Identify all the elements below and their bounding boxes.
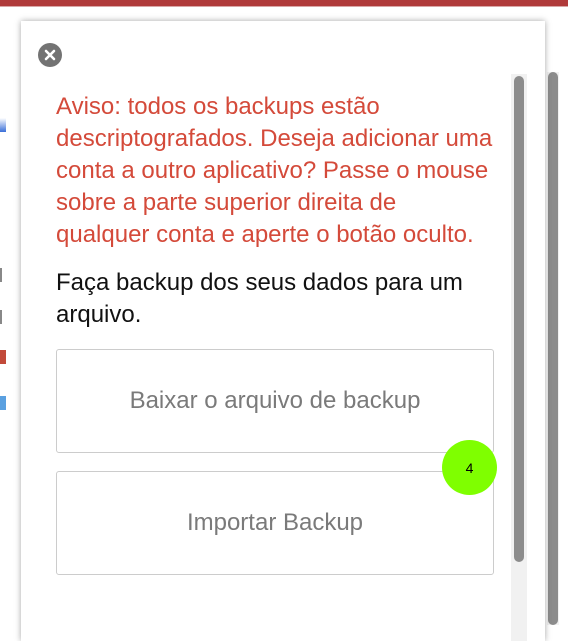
popup-content: Aviso: todos os backups estão descriptog… [56,91,494,575]
page-scrollbar[interactable] [547,72,559,625]
popup-scrollbar[interactable] [511,74,527,641]
background-fragment [0,350,6,364]
download-backup-button[interactable]: Baixar o arquivo de backup [56,349,494,453]
background-fragment [0,396,6,410]
close-x-glyph [44,49,56,61]
backup-instruction-text: Faça backup dos seus dados para um arqui… [56,269,463,328]
step-marker-badge: 4 [442,440,497,495]
popup-scrollbar-thumb[interactable] [514,76,524,562]
background-fragment [562,350,568,364]
background-fragment [0,118,6,132]
page-scrollbar-thumb[interactable] [548,72,558,625]
close-icon[interactable] [38,43,62,67]
backup-warning-text: Aviso: todos os backups estão descriptog… [56,93,493,248]
background-fragment [562,270,568,284]
backup-popup: Aviso: todos os backups estão descriptog… [21,21,545,641]
background-fragment [562,310,568,324]
background-fragment [0,310,8,324]
import-backup-button[interactable]: Importar Backup [56,471,494,575]
background-top-bar-border [0,6,568,7]
background-fragment [0,268,8,282]
